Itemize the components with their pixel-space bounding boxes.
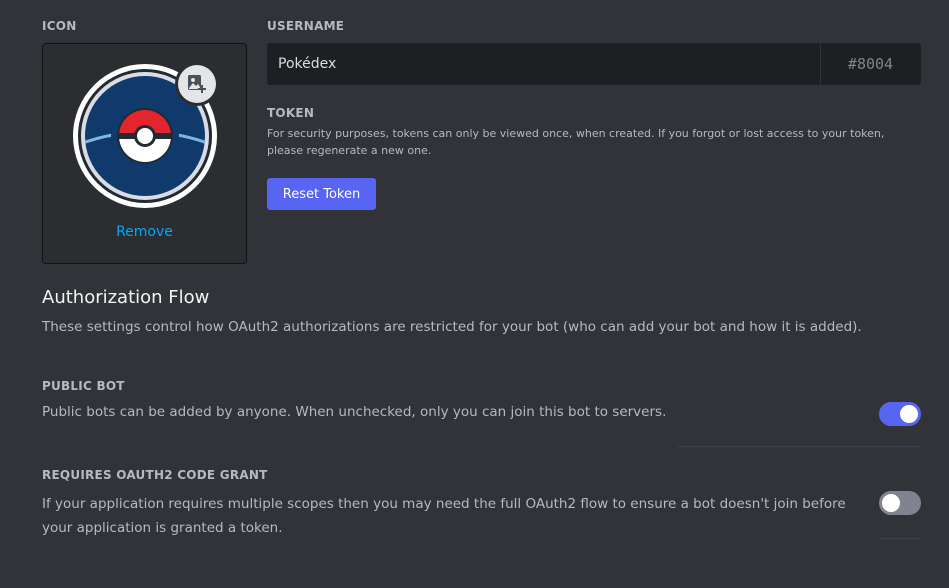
- oauth2-code-grant-label: REQUIRES OAUTH2 CODE GRANT: [42, 468, 268, 482]
- discriminator: #8004: [820, 44, 920, 84]
- authorization-flow-title: Authorization Flow: [42, 287, 210, 308]
- add-image-icon[interactable]: [178, 65, 216, 103]
- username-input[interactable]: [268, 44, 820, 84]
- username-field[interactable]: #8004: [267, 43, 921, 85]
- public-bot-label: PUBLIC BOT: [42, 379, 125, 393]
- oauth2-code-grant-description: If your application requires multiple sc…: [42, 496, 846, 536]
- token-label: TOKEN: [267, 106, 315, 120]
- authorization-flow-description: These settings control how OAuth2 author…: [42, 319, 862, 335]
- toggle-knob: [882, 494, 900, 512]
- remove-icon-link[interactable]: Remove: [43, 224, 246, 240]
- username-label: USERNAME: [267, 19, 345, 33]
- public-bot-toggle[interactable]: [879, 402, 921, 426]
- icon-section-label: ICON: [42, 19, 77, 33]
- oauth2-code-grant-toggle[interactable]: [879, 491, 921, 515]
- reset-token-button[interactable]: Reset Token: [267, 178, 376, 210]
- public-bot-description: Public bots can be added by anyone. When…: [42, 404, 667, 420]
- toggle-knob: [900, 405, 918, 423]
- divider: [880, 538, 921, 539]
- icon-upload-box[interactable]: Remove: [42, 43, 247, 264]
- divider: [678, 446, 921, 447]
- token-description: For security purposes, tokens can only b…: [267, 127, 885, 157]
